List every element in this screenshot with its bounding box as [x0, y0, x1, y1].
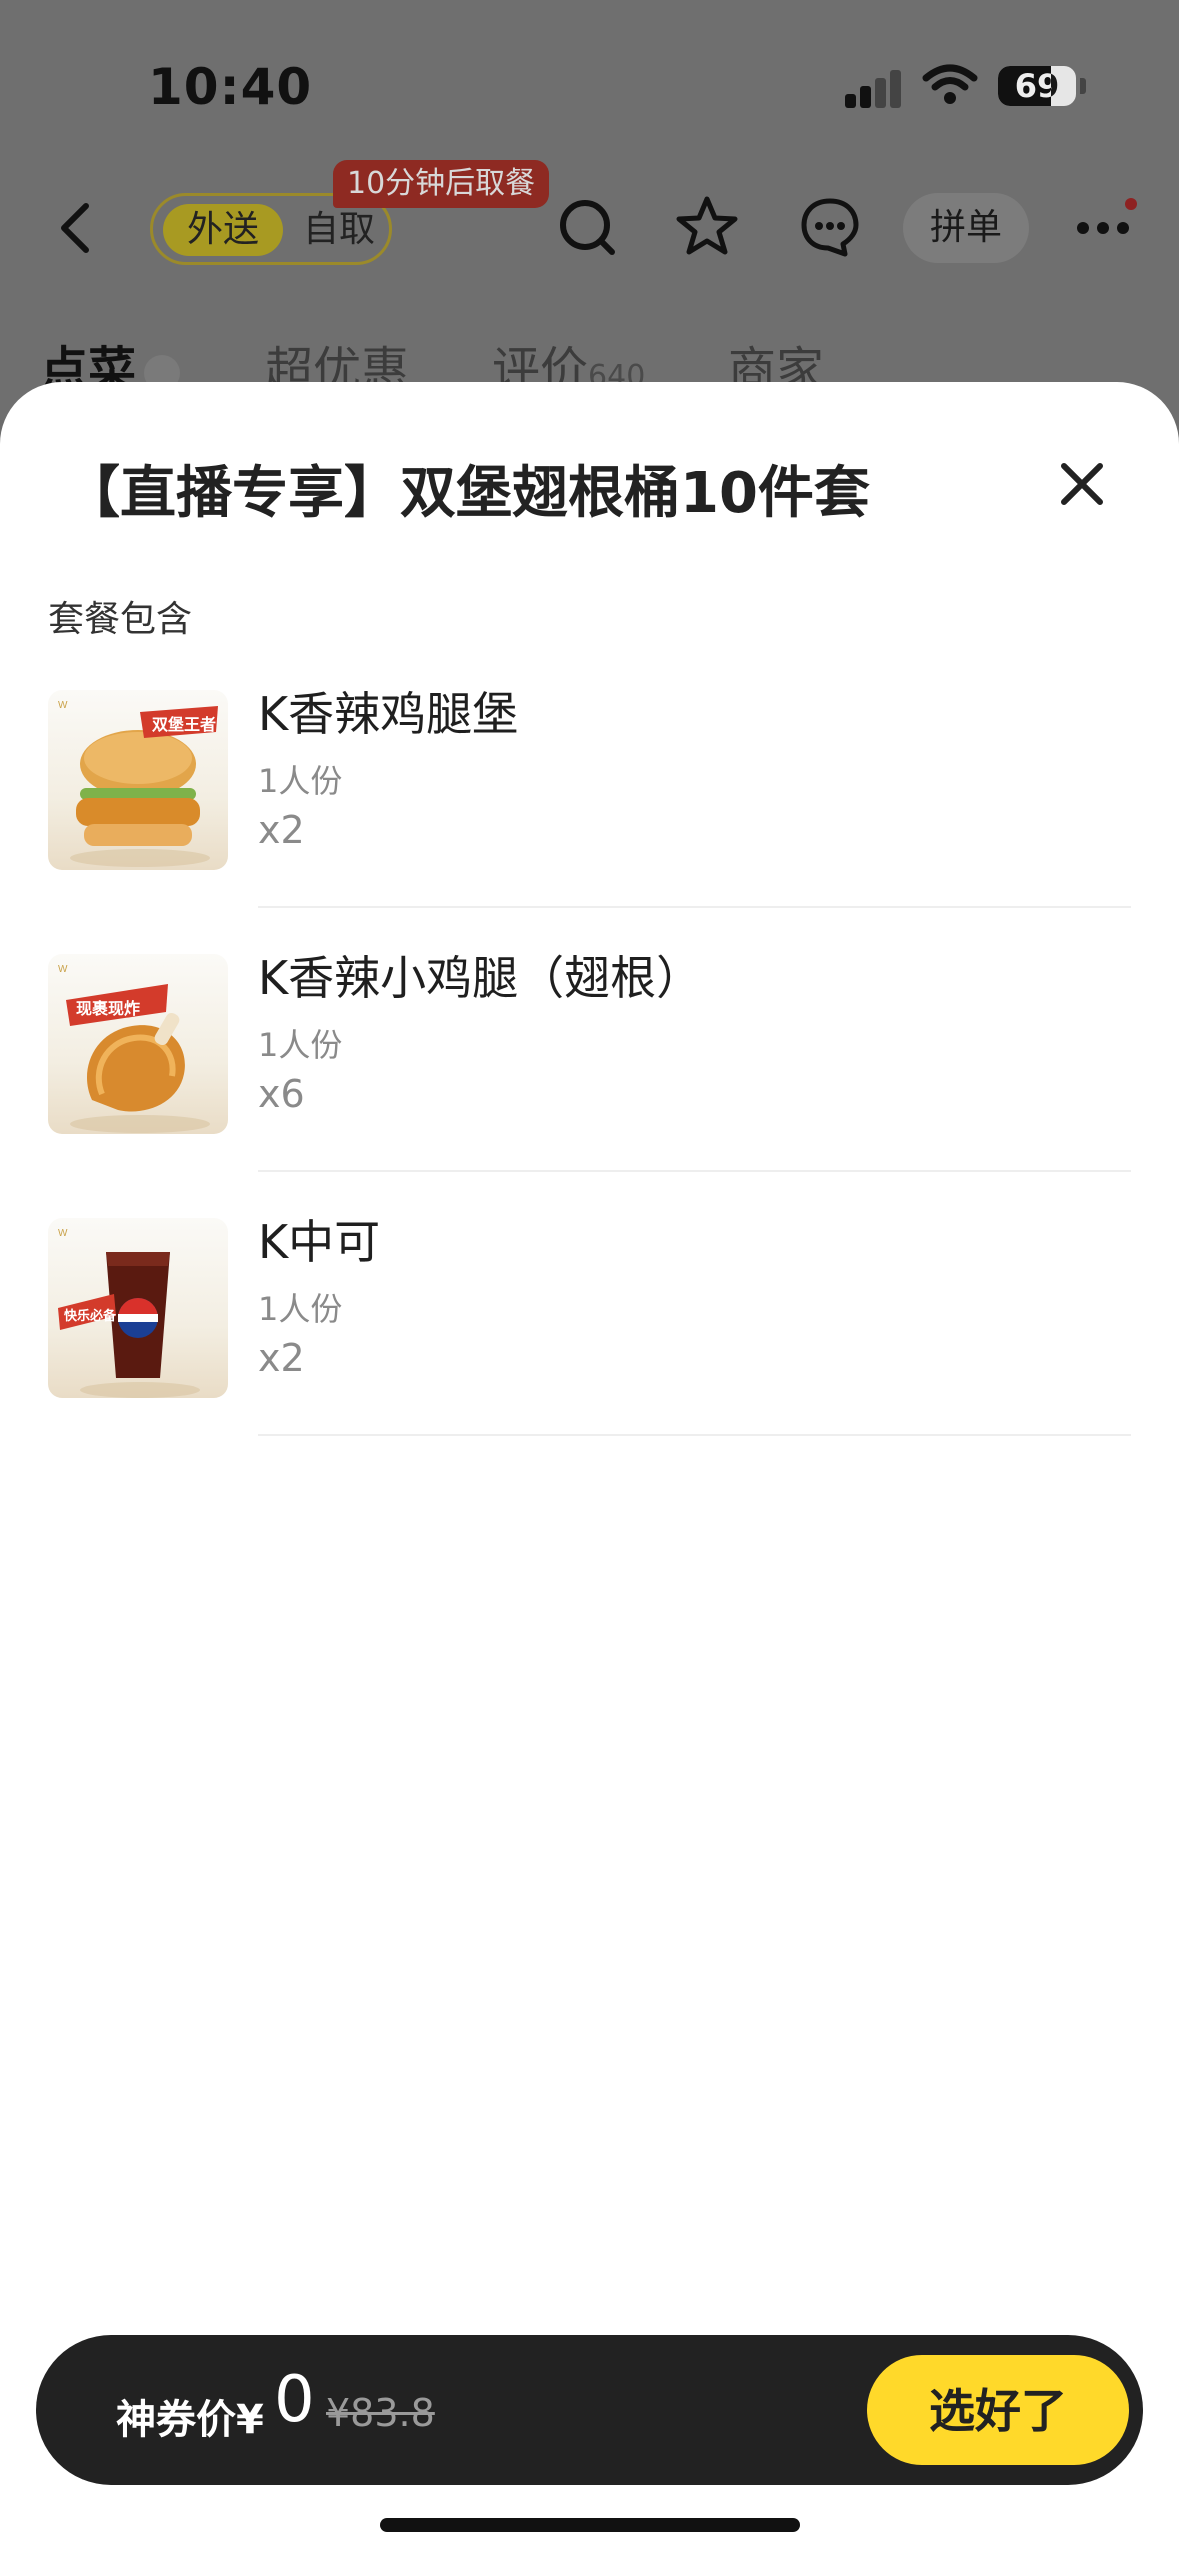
- coupon-price-value: 0: [274, 2363, 315, 2437]
- close-icon[interactable]: [1052, 454, 1112, 514]
- burger-badge: 双堡王者: [152, 715, 216, 734]
- divider: [258, 906, 1131, 908]
- pickup-promo-badge: 10分钟后取餐: [333, 160, 550, 208]
- svg-text:W: W: [58, 1228, 68, 1239]
- delivery-option[interactable]: 外送: [163, 204, 283, 256]
- coupon-price-label: 神券价¥: [116, 2397, 264, 2443]
- search-icon[interactable]: [552, 192, 622, 262]
- battery-level: 69: [1014, 67, 1060, 105]
- cola-image: W 快乐必备: [48, 1218, 228, 1398]
- item-portion: 1人份: [258, 1290, 343, 1328]
- sheet-title: 【直播专享】双堡翅根桶10件套: [64, 461, 870, 526]
- item-portion: 1人份: [258, 1026, 343, 1064]
- dimmed-store-header: 10:40 69 外送 自取 10分钟后取餐 拼单 点菜 超优惠 评价640 商…: [0, 0, 1179, 420]
- item-quantity: x2: [258, 808, 305, 852]
- wifi-icon: [922, 64, 978, 104]
- burger-image: W 双堡王者: [48, 690, 228, 870]
- checkout-bar: 神券价¥ 0 ¥83.8 选好了: [36, 2335, 1143, 2485]
- battery-nub: [1080, 78, 1086, 94]
- svg-text:W: W: [58, 700, 68, 711]
- group-order-button[interactable]: 拼单: [903, 193, 1029, 263]
- item-name: K香辣小鸡腿（翅根）: [258, 951, 703, 1005]
- list-item: W 现裹现炸 K香辣小鸡腿（翅根） 1人份 x6: [0, 951, 1179, 1218]
- battery-icon: 69: [998, 66, 1076, 106]
- drumstick-badge: 现裹现炸: [76, 999, 140, 1018]
- chat-message-icon[interactable]: [795, 192, 865, 262]
- original-price: ¥83.8: [326, 2391, 435, 2435]
- pickup-option[interactable]: 自取: [291, 204, 387, 256]
- svg-text:W: W: [58, 964, 68, 975]
- back-arrow-icon[interactable]: [52, 198, 102, 258]
- notification-dot: [1125, 198, 1137, 210]
- item-name: K香辣鸡腿堡: [258, 687, 519, 741]
- divider: [258, 1170, 1131, 1172]
- drumstick-image: W 现裹现炸: [48, 954, 228, 1134]
- home-indicator: [380, 2518, 800, 2532]
- section-label: 套餐包含: [48, 599, 193, 640]
- list-item: W 快乐必备 K中可 1人份 x2: [0, 1215, 1179, 1482]
- item-name: K中可: [258, 1215, 381, 1269]
- star-favorite-icon[interactable]: [672, 192, 742, 262]
- cellular-signal-icon: [845, 68, 903, 108]
- cola-badge: 快乐必备: [64, 1308, 117, 1324]
- divider: [258, 1434, 1131, 1436]
- combo-detail-sheet: 【直播专享】双堡翅根桶10件套 套餐包含 W 双堡王者 K香辣鸡腿堡 1人份 x…: [0, 382, 1179, 2556]
- item-portion: 1人份: [258, 762, 343, 800]
- confirm-selection-button[interactable]: 选好了: [867, 2355, 1129, 2465]
- list-item: W 双堡王者 K香辣鸡腿堡 1人份 x2: [0, 687, 1179, 954]
- status-time: 10:40: [148, 58, 313, 116]
- item-quantity: x6: [258, 1072, 305, 1116]
- item-quantity: x2: [258, 1336, 305, 1380]
